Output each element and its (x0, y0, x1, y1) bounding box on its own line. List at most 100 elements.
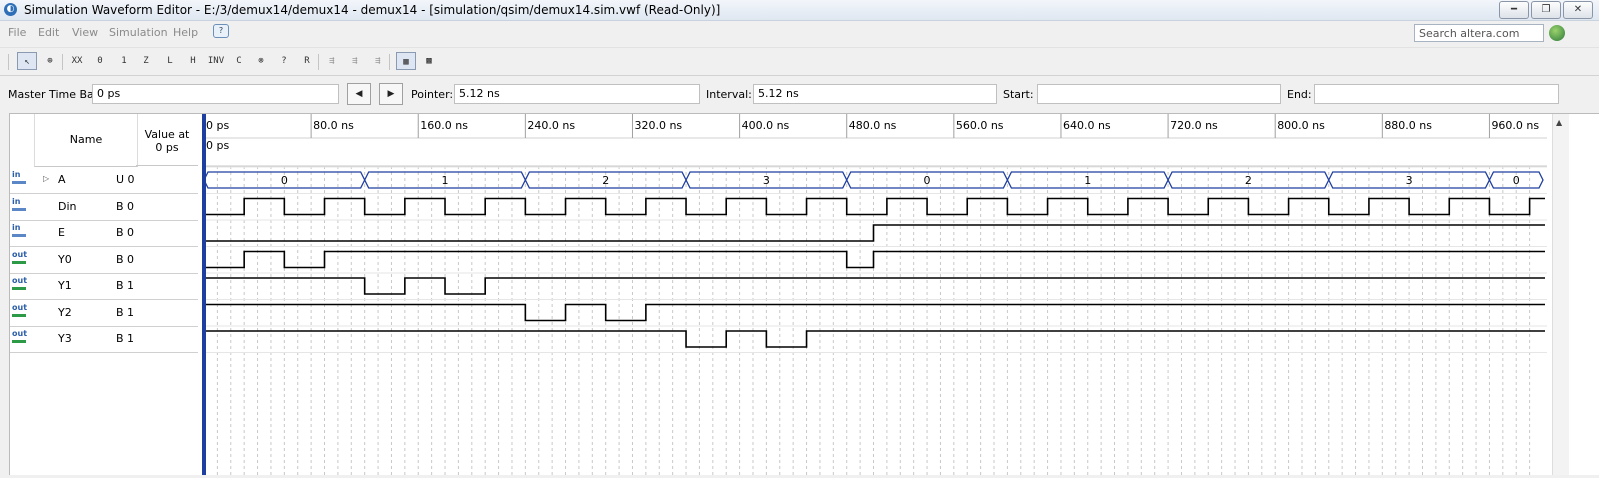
weak-high-button[interactable]: H (183, 52, 203, 70)
time-tick-label: 400.0 ns (742, 119, 790, 132)
next-transition-button[interactable]: ▶ (379, 83, 403, 105)
pin-direction-label: in (12, 170, 21, 179)
signal-row[interactable]: in E B 0 (10, 220, 198, 247)
time-tick-label: 0 ps (206, 119, 229, 132)
signal-value: B 1 (116, 305, 135, 319)
run-functional-button[interactable]: ⇶ (322, 52, 342, 70)
grid-settings-button[interactable]: ▩ (419, 52, 439, 70)
value-header-line1: Value at (144, 128, 190, 141)
arbitrary-value-button[interactable]: ? (274, 52, 294, 70)
time-tick-label: 160.0 ns (420, 119, 468, 132)
invert-button[interactable]: INV (206, 52, 226, 70)
menu-file[interactable]: File (8, 26, 26, 39)
restore-button[interactable]: ❐ (1531, 1, 1561, 19)
random-value-button[interactable]: R (297, 52, 317, 70)
signal-name: Y1 (58, 279, 72, 292)
previous-transition-button[interactable]: ◀ (347, 83, 371, 105)
pin-arrow (12, 181, 26, 184)
chat-help-icon[interactable]: ? (213, 24, 229, 38)
high-impedance-button[interactable]: Z (136, 52, 156, 70)
signal-row[interactable]: in ▷ A U 0 (10, 167, 198, 194)
pin-direction-label: in (12, 196, 21, 206)
menu-edit[interactable]: Edit (38, 26, 59, 39)
signal-value: B 0 (116, 226, 135, 239)
toolbar-separator (8, 54, 9, 70)
forcing-high-button[interactable]: 1 (114, 52, 134, 70)
signal-value: B 0 (116, 252, 135, 266)
time-tick-label: 240.0 ns (527, 119, 575, 132)
zoom-tool-button[interactable]: ⊕ (40, 52, 60, 70)
weak-low-button[interactable]: L (160, 52, 180, 70)
time-tick-label: 80.0 ns (313, 119, 354, 132)
waveform-panel: Name Value at 0 ps in ▷ A U 0 in Din B 0 in E B 0… (9, 113, 1599, 475)
bus-value-label: 2 (1245, 174, 1252, 187)
search-input[interactable]: Search altera.com (1414, 24, 1544, 42)
title-bar: ◐ Simulation Waveform Editor - E:/3/demu… (0, 0, 1599, 21)
value-column-header[interactable]: Value at 0 ps (136, 114, 198, 166)
scroll-up-arrow-icon[interactable]: ▲ (1556, 118, 1562, 127)
pin-arrow (12, 234, 26, 237)
output-pin-icon: out (12, 250, 30, 265)
pin-direction-label: out (12, 276, 28, 285)
globe-icon[interactable] (1549, 25, 1565, 41)
close-button[interactable]: ✕ (1563, 1, 1593, 19)
name-column-header[interactable]: Name (34, 114, 138, 167)
interval-field[interactable]: 5.12 ns (753, 84, 997, 104)
pin-arrow (12, 340, 26, 343)
count-value-button[interactable]: C (229, 52, 249, 70)
pin-direction-label: out (12, 329, 28, 338)
generate-netlist-button[interactable]: ⇶ (368, 52, 388, 70)
signal-name: E (58, 226, 65, 239)
pin-arrow (12, 313, 26, 317)
forcing-low-button[interactable]: 0 (90, 52, 110, 70)
bus-value-label: 1 (1084, 174, 1091, 187)
input-pin-icon: in (12, 196, 30, 212)
time-bar: Master Time Bar: 0 ps ◀ ▶ Pointer: 5.12 … (0, 80, 1599, 108)
input-pin-icon: in (12, 171, 30, 185)
forcing-unknown-button[interactable]: XX (67, 52, 87, 70)
signal-waveform (204, 330, 1545, 348)
bus-value-label: 0 (281, 174, 288, 187)
menu-view[interactable]: View (72, 26, 98, 39)
time-tick-label: 480.0 ns (849, 119, 897, 132)
selection-tool-button[interactable]: ↖ (17, 52, 37, 70)
signal-row[interactable]: out Y0 B 0 (10, 247, 198, 274)
waveform-canvas[interactable]: 0 ps 80.0 ns 160.0 ns 240.0 ns 320.0 ns 400.0… (203, 114, 1547, 475)
signal-row[interactable]: in Din B 0 (10, 194, 198, 221)
signal-value: U 0 (116, 173, 135, 186)
master-time-bar-field[interactable]: 0 ps (92, 84, 339, 104)
signal-value: B 0 (116, 199, 135, 213)
menu-simulation[interactable]: Simulation (109, 26, 168, 39)
bus-value-label: 0 (1513, 174, 1520, 187)
run-timing-button[interactable]: ⇶ (345, 52, 365, 70)
pointer-field[interactable]: 5.12 ns (454, 84, 700, 104)
signal-grid: Name Value at 0 ps in ▷ A U 0 in Din B 0 in E B 0… (10, 114, 198, 353)
pin-direction-label: out (12, 302, 28, 312)
start-field[interactable] (1037, 84, 1281, 104)
clock-button[interactable]: ⊗ (251, 52, 271, 70)
pointer-label: Pointer: (411, 88, 454, 101)
vertical-scrollbar[interactable]: ▲ (1552, 114, 1569, 475)
app-icon: ◐ (4, 3, 17, 16)
end-field[interactable] (1314, 84, 1559, 104)
menu-help[interactable]: Help (173, 26, 198, 39)
toolbar-separator (62, 54, 63, 70)
time-tick-label: 560.0 ns (956, 119, 1004, 132)
end-label: End: (1287, 88, 1312, 101)
bus-value-label: 2 (602, 174, 609, 187)
time-tick-label: 960.0 ns (1491, 119, 1539, 132)
pin-arrow (12, 207, 26, 211)
waveform-area[interactable]: 0 ps 80.0 ns 160.0 ns 240.0 ns 320.0 ns 400.0… (202, 114, 1547, 475)
value-header-line2: 0 ps (155, 141, 179, 154)
minimize-button[interactable]: ━ (1499, 1, 1529, 19)
snap-to-grid-button[interactable]: ▦ (396, 52, 416, 70)
signal-row[interactable]: out Y2 B 1 (10, 300, 198, 327)
output-pin-icon: out (12, 277, 30, 291)
pin-arrow (12, 287, 26, 290)
signal-name: Y0 (58, 252, 72, 266)
expand-triangle-icon[interactable]: ▷ (43, 174, 49, 183)
signal-row[interactable]: out Y1 B 1 (10, 273, 198, 300)
output-pin-icon: out (12, 330, 30, 344)
signal-row[interactable]: out Y3 B 1 (10, 326, 198, 353)
cursor-time-label: 0 ps (206, 139, 229, 152)
